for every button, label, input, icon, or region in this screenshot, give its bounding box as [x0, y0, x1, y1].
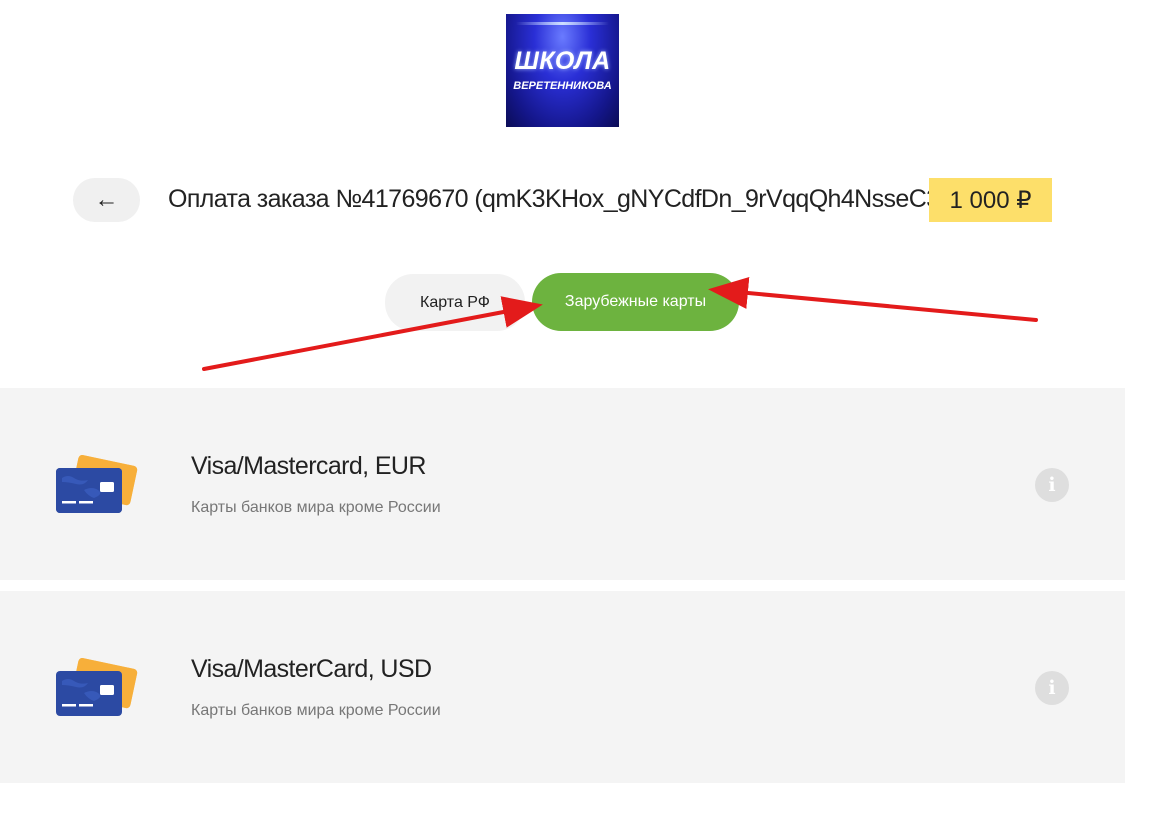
method-title: Visa/MasterCard, USD: [191, 655, 432, 683]
order-title: Оплата заказа №41769670 (qmK3KHox_gNYCdf…: [168, 185, 948, 213]
method-title: Visa/Mastercard, EUR: [191, 452, 426, 480]
logo-text-line2: ВЕРЕТЕННИКОВА: [513, 79, 612, 92]
payment-method-visa-eur[interactable]: Visa/Mastercard, EUR Карты банков мира к…: [0, 388, 1125, 580]
tab-card-rf[interactable]: Карта РФ: [385, 274, 525, 331]
info-icon[interactable]: i: [1035, 468, 1069, 502]
method-subtitle: Карты банков мира кроме России: [191, 702, 441, 719]
annotation-arrow-right: [708, 277, 1038, 322]
logo-text-line1: ШКОЛА: [514, 46, 611, 75]
arrow-left-icon: ←: [94, 186, 119, 213]
price-badge: 1 000 ₽: [929, 178, 1052, 222]
tab-foreign-cards[interactable]: Зарубежные карты: [532, 273, 739, 331]
credit-card-icon: [56, 657, 138, 716]
method-subtitle: Карты банков мира кроме России: [191, 499, 441, 516]
payment-method-visa-usd[interactable]: Visa/MasterCard, USD Карты банков мира к…: [0, 591, 1125, 783]
payment-page: ШКОЛА ВЕРЕТЕННИКОВА ← Оплата заказа №417…: [0, 0, 1169, 824]
school-logo: ШКОЛА ВЕРЕТЕННИКОВА: [506, 14, 619, 127]
credit-card-icon: [56, 454, 138, 513]
back-button[interactable]: ←: [73, 178, 140, 222]
info-icon[interactable]: i: [1035, 671, 1069, 705]
